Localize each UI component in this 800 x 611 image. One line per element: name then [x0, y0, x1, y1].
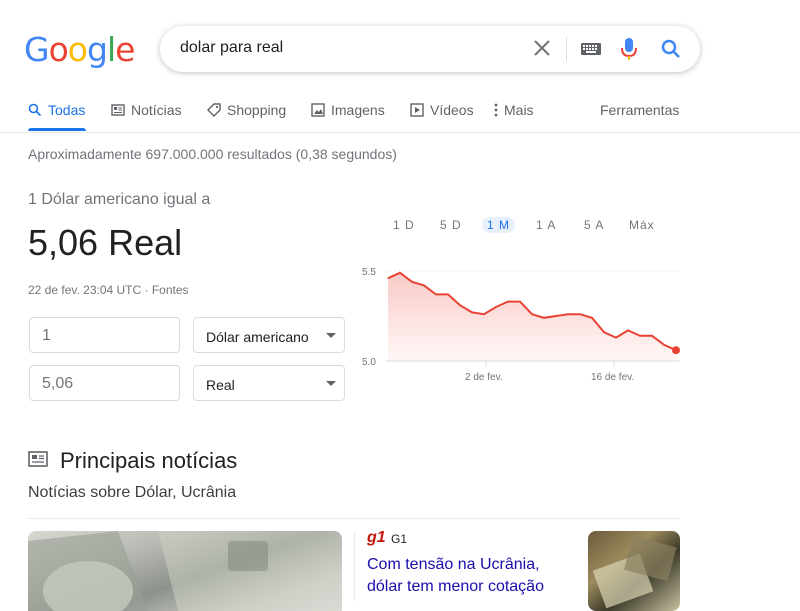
- tab-mais[interactable]: Mais: [494, 102, 534, 118]
- more-vert-icon: [494, 103, 498, 117]
- tools-label: Ferramentas: [600, 102, 680, 118]
- data-point: [603, 331, 605, 333]
- data-point: [411, 281, 413, 283]
- rate-timestamp[interactable]: 22 de fev. 23:04 UTC · Fontes: [28, 283, 189, 297]
- logo-letter: o: [67, 30, 88, 69]
- card-separator: [354, 531, 355, 601]
- news-icon: [28, 450, 48, 473]
- range-1m[interactable]: 1 M: [482, 217, 516, 233]
- search-input[interactable]: dolar para real: [180, 39, 283, 57]
- image-icon: [311, 103, 325, 117]
- news-headline-link[interactable]: Com tensão na Ucrânia, dólar tem menor c…: [367, 554, 572, 598]
- tab-videos[interactable]: Vídeos: [410, 102, 474, 118]
- data-point: [651, 335, 653, 337]
- g1-logo: g1: [367, 529, 386, 546]
- chevron-down-icon: [326, 333, 336, 338]
- data-point: [447, 293, 449, 295]
- news-thumbnail-dollar[interactable]: [28, 531, 342, 611]
- tab-label: Notícias: [131, 102, 182, 118]
- search-icon[interactable]: [660, 38, 682, 65]
- data-point: [435, 293, 437, 295]
- range-1a[interactable]: 1 A: [536, 218, 556, 232]
- data-point: [579, 313, 581, 315]
- tab-label: Vídeos: [430, 102, 474, 118]
- google-logo[interactable]: Google: [24, 30, 135, 69]
- tab-todas[interactable]: Todas: [28, 102, 85, 118]
- to-currency-select[interactable]: Real: [193, 365, 345, 401]
- data-point: [615, 337, 617, 339]
- data-point: [471, 311, 473, 313]
- tools-button[interactable]: Ferramentas: [600, 102, 679, 118]
- tag-icon: [207, 103, 221, 117]
- data-point: [555, 315, 557, 317]
- search-divider: [566, 37, 567, 61]
- data-point: [543, 317, 545, 319]
- exchange-rate-chart[interactable]: 5.5 5.0 2 de fev. 16 de fev.: [350, 255, 690, 390]
- from-amount-value: 1: [42, 327, 51, 344]
- y-tick-label: 5.5: [362, 267, 376, 278]
- to-currency-value: Real: [206, 377, 235, 393]
- data-point: [423, 284, 425, 286]
- news-source: G1: [391, 532, 408, 546]
- logo-letter: G: [24, 30, 50, 69]
- tab-label: Mais: [504, 102, 534, 118]
- data-point: [459, 304, 461, 306]
- keyboard-icon[interactable]: [580, 41, 602, 62]
- close-icon[interactable]: [532, 36, 552, 60]
- search-icon: [28, 103, 42, 117]
- data-point: [507, 301, 509, 303]
- news-subtitle: Notícias sobre Dólar, Ucrânia: [28, 484, 237, 501]
- chevron-down-icon: [326, 381, 336, 386]
- data-point: [495, 306, 497, 308]
- data-point: [531, 313, 533, 315]
- series-area: [388, 272, 676, 361]
- data-point: [663, 344, 665, 346]
- data-point: [591, 317, 593, 319]
- tab-label: Todas: [48, 102, 86, 118]
- last-value-dot: [672, 346, 680, 355]
- divider: [28, 518, 680, 519]
- data-point: [387, 277, 389, 279]
- data-point: [519, 301, 521, 303]
- range-max[interactable]: Máx: [629, 218, 655, 232]
- data-point: [639, 335, 641, 337]
- from-amount-field[interactable]: 1: [29, 317, 180, 353]
- tab-label: Shopping: [227, 102, 287, 118]
- news-thumbnail-money[interactable]: [588, 531, 680, 611]
- from-currency-select[interactable]: Dólar americano: [193, 317, 345, 353]
- range-5a[interactable]: 5 A: [584, 218, 604, 232]
- range-5d[interactable]: 5 D: [440, 218, 462, 232]
- logo-letter: o: [48, 30, 69, 69]
- data-point: [399, 272, 401, 274]
- tab-imagens[interactable]: Imagens: [311, 102, 385, 118]
- tab-noticias[interactable]: Notícias: [111, 102, 182, 118]
- data-point: [567, 313, 569, 315]
- search-tabs: Todas Notícias Shopping Imagens Vídeos M…: [0, 100, 800, 133]
- x-tick-label: 16 de fev.: [591, 372, 634, 383]
- data-point: [627, 329, 629, 331]
- logo-letter: e: [115, 30, 135, 69]
- y-tick-label: 5.0: [362, 357, 376, 368]
- news-icon: [111, 104, 125, 116]
- to-amount-value: 5,06: [42, 375, 74, 392]
- result-stats: Aproximadamente 697.000.000 resultados (…: [28, 146, 397, 162]
- tab-label: Imagens: [331, 102, 385, 118]
- conversion-result: 5,06 Real: [28, 222, 183, 263]
- logo-letter: l: [106, 30, 116, 69]
- x-tick-label: 2 de fev.: [465, 372, 503, 383]
- from-currency-value: Dólar americano: [206, 329, 309, 345]
- tab-shopping[interactable]: Shopping: [207, 102, 286, 118]
- equals-label: 1 Dólar americano igual a: [28, 191, 211, 208]
- active-tab-indicator: [28, 128, 86, 131]
- range-1d[interactable]: 1 D: [393, 218, 415, 232]
- to-amount-field[interactable]: 5,06: [29, 365, 180, 401]
- data-point: [483, 313, 485, 315]
- top-news-heading: Principais notícias: [60, 448, 238, 473]
- microphone-icon[interactable]: [621, 37, 637, 66]
- logo-letter: g: [86, 30, 108, 69]
- video-icon: [410, 103, 424, 117]
- search-box[interactable]: dolar para real: [160, 26, 700, 72]
